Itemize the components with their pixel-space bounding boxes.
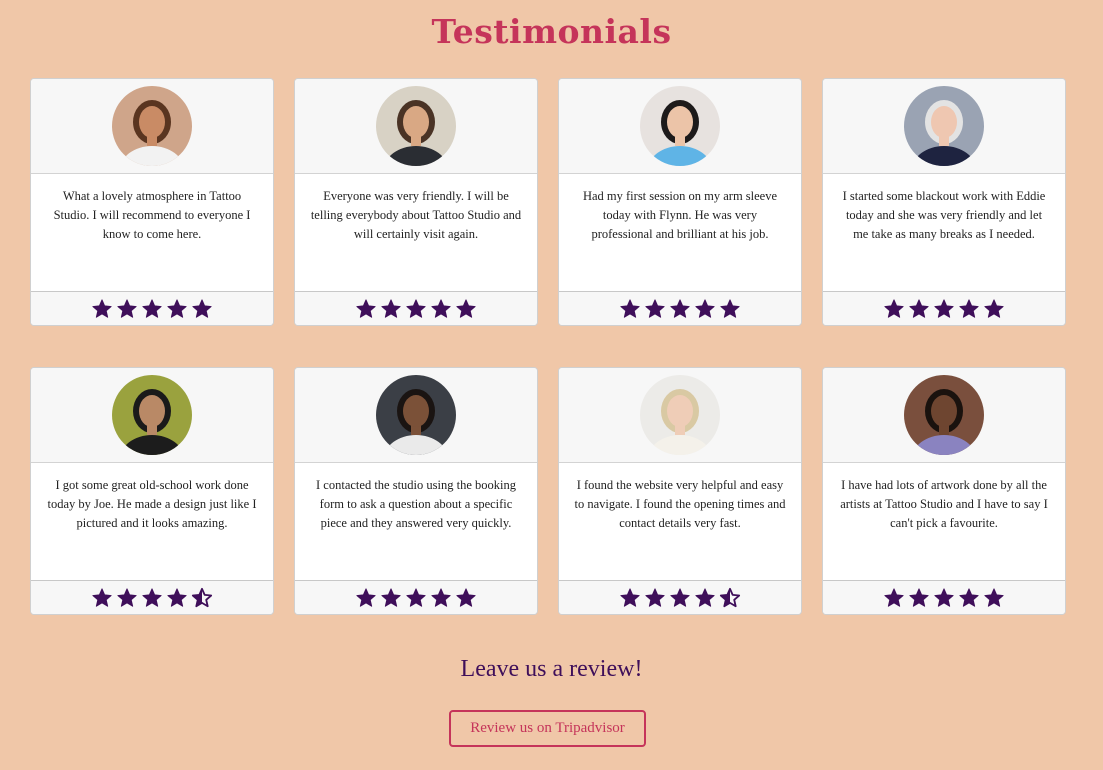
testimonial-text: What a lovely atmosphere in Tattoo Studi…	[53, 189, 251, 241]
avatar	[112, 86, 192, 166]
star-icon	[406, 587, 426, 607]
half-star-icon	[191, 587, 213, 607]
star-icon	[984, 587, 1004, 607]
avatar	[640, 86, 720, 166]
testimonials-grid: What a lovely atmosphere in Tattoo Studi…	[30, 78, 1066, 615]
star-icon	[959, 587, 979, 607]
star-icon	[167, 298, 187, 318]
review-heading: Leave us a review!	[460, 656, 643, 682]
star-icon	[167, 587, 187, 607]
testimonial-text: I got some great old-school work done to…	[47, 478, 257, 530]
card-header	[559, 79, 801, 174]
card-header	[31, 79, 273, 174]
tripadvisor-review-button[interactable]: Review us on Tripadvisor	[449, 710, 646, 747]
star-icon	[695, 587, 715, 607]
star-icon	[884, 587, 904, 607]
star-icon	[356, 298, 376, 318]
star-rating	[295, 291, 537, 325]
star-icon	[670, 587, 690, 607]
star-icon	[909, 298, 929, 318]
star-rating	[823, 291, 1065, 325]
star-icon	[431, 587, 451, 607]
star-rating	[823, 580, 1065, 614]
star-rating	[559, 580, 801, 614]
star-icon	[620, 587, 640, 607]
star-rating	[31, 291, 273, 325]
testimonial-text: I started some blackout work with Eddie …	[842, 189, 1046, 241]
testimonial-card: I found the website very helpful and eas…	[558, 367, 802, 615]
testimonial-text: Had my first session on my arm sleeve to…	[582, 189, 778, 241]
star-icon	[431, 298, 451, 318]
star-icon	[670, 298, 690, 318]
testimonial-text: I have had lots of artwork done by all t…	[840, 478, 1048, 530]
star-icon	[645, 587, 665, 607]
star-icon	[92, 587, 112, 607]
testimonial-text: I found the website very helpful and eas…	[574, 478, 786, 530]
star-icon	[695, 298, 715, 318]
testimonial-card: Had my first session on my arm sleeve to…	[558, 78, 802, 326]
star-icon	[142, 298, 162, 318]
testimonial-card: I started some blackout work with Eddie …	[822, 78, 1066, 326]
card-header	[559, 368, 801, 463]
star-icon	[645, 298, 665, 318]
star-icon	[884, 298, 904, 318]
page-title: Testimonials	[431, 12, 672, 51]
testimonial-card: I contacted the studio using the booking…	[294, 367, 538, 615]
testimonial-card: Everyone was very friendly. I will be te…	[294, 78, 538, 326]
testimonial-card: I have had lots of artwork done by all t…	[822, 367, 1066, 615]
testimonial-text: I contacted the studio using the booking…	[316, 478, 516, 530]
star-icon	[356, 587, 376, 607]
star-icon	[192, 298, 212, 318]
avatar	[904, 375, 984, 455]
star-icon	[456, 298, 476, 318]
card-header	[823, 368, 1065, 463]
star-icon	[934, 298, 954, 318]
star-icon	[381, 298, 401, 318]
avatar	[376, 375, 456, 455]
star-icon	[620, 298, 640, 318]
star-rating	[31, 580, 273, 614]
card-header	[295, 368, 537, 463]
testimonial-card: What a lovely atmosphere in Tattoo Studi…	[30, 78, 274, 326]
star-icon	[92, 298, 112, 318]
star-icon	[456, 587, 476, 607]
star-icon	[720, 298, 740, 318]
testimonial-card: I got some great old-school work done to…	[30, 367, 274, 615]
star-icon	[142, 587, 162, 607]
card-header	[295, 79, 537, 174]
avatar	[640, 375, 720, 455]
avatar	[376, 86, 456, 166]
star-icon	[959, 298, 979, 318]
card-header	[31, 368, 273, 463]
testimonial-text: Everyone was very friendly. I will be te…	[310, 189, 522, 241]
card-header	[823, 79, 1065, 174]
avatar	[112, 375, 192, 455]
star-icon	[909, 587, 929, 607]
star-icon	[934, 587, 954, 607]
star-icon	[117, 298, 137, 318]
half-star-icon	[719, 587, 741, 607]
star-icon	[406, 298, 426, 318]
star-icon	[984, 298, 1004, 318]
star-rating	[295, 580, 537, 614]
star-icon	[381, 587, 401, 607]
star-rating	[559, 291, 801, 325]
avatar	[904, 86, 984, 166]
star-icon	[117, 587, 137, 607]
